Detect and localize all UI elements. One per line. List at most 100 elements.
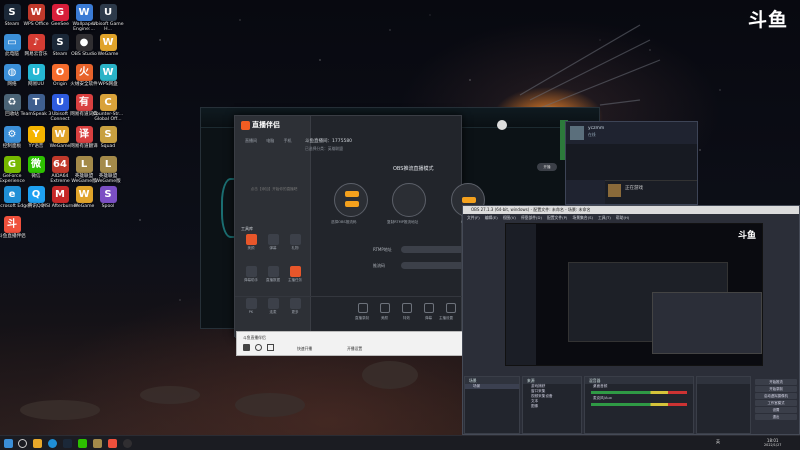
steam-icon[interactable] xyxy=(63,439,72,448)
tool-item[interactable]: 直播数据 xyxy=(263,265,283,289)
scene-item[interactable]: 场景 xyxy=(465,384,519,389)
desktop-icon[interactable]: 斗斗鱼直播伴侣 xyxy=(0,214,30,256)
obs-menu-item[interactable]: 文件(F) xyxy=(467,215,480,220)
source-item[interactable]: 图像 xyxy=(523,404,581,409)
mixer-panel: 混音器 桌面音频 麦克风/Aux xyxy=(584,376,694,434)
obs-control-button[interactable]: 开始录制 xyxy=(755,386,797,392)
edge-icon[interactable] xyxy=(48,439,57,448)
tab-pc[interactable]: 电脑 xyxy=(266,138,274,143)
douyu-companion-window[interactable]: 直播伴侣 直播间 电脑 手机 点击【添加】开始你的直播吧 工具库 美颜 弹幕 礼物弹… xyxy=(234,115,557,338)
clock[interactable]: 18:01 2022/1/27 xyxy=(764,438,781,448)
chat-log xyxy=(566,144,697,180)
now-playing-card: 正在游戏 xyxy=(605,180,697,204)
tool-icon xyxy=(289,266,301,277)
ubisoft-icon: U xyxy=(99,4,117,21)
mic-icon[interactable] xyxy=(243,344,250,351)
stream-key-label: 推流码 xyxy=(373,263,385,268)
scenes-title: 场景 xyxy=(465,377,519,384)
obs-menu-item[interactable]: 编辑(E) xyxy=(485,215,498,220)
tool-label: 主播任务 xyxy=(288,278,302,282)
effects-icon[interactable] xyxy=(402,303,412,313)
tool-item[interactable]: 弹幕助手 xyxy=(241,265,261,289)
obs-control-button[interactable]: 工作室模式 xyxy=(755,400,797,406)
obs-menu-item[interactable]: 工具(T) xyxy=(598,215,611,220)
obs-menu-item[interactable]: 帮助(H) xyxy=(616,215,629,220)
obs-menu-item[interactable]: 视图(V) xyxy=(503,215,516,220)
empty-scene-hint: 点击【添加】开始你的直播吧 xyxy=(250,187,298,191)
spool-icon: S xyxy=(99,186,117,203)
start-windows-icon[interactable] xyxy=(4,439,13,448)
start-live-button[interactable]: 开播 xyxy=(537,163,557,171)
quick-live-label[interactable]: 快速开播 xyxy=(297,346,312,352)
douyu-watermark: 斗鱼 xyxy=(748,9,789,31)
preview-nested-obs xyxy=(652,292,762,354)
sources-title: 来源 xyxy=(523,377,581,384)
beauty-label: 美颜 xyxy=(381,316,388,320)
rtmp-label: RTMP地址 xyxy=(373,247,392,252)
wechat-icon[interactable] xyxy=(78,439,87,448)
danmaku-label: 弹幕 xyxy=(425,316,432,320)
douyu-brand: 直播伴侣 xyxy=(241,120,280,130)
obs-preview[interactable]: 斗鱼 xyxy=(505,223,763,366)
search-icon[interactable] xyxy=(18,439,27,448)
obs-control-button[interactable]: 启动虚拟摄像机 xyxy=(755,393,797,399)
obs-window[interactable]: OBS 27.1.3 (64-bit, windows) - 配置文件: 未命名… xyxy=(462,205,800,438)
obs-icon[interactable] xyxy=(123,439,132,448)
file-explorer-icon[interactable] xyxy=(33,439,42,448)
mixer-desktop-label: 桌面音频 xyxy=(593,384,608,388)
avatar xyxy=(570,126,584,140)
taskbar: 英 18:01 2022/1/27 xyxy=(0,435,800,450)
friend-status: 在线 xyxy=(588,132,596,137)
obs-menu-item[interactable]: 停靠部件(D) xyxy=(521,215,542,220)
tool-item[interactable]: 主播任务 xyxy=(285,265,305,289)
obs-menu-item[interactable]: 配置文件(P) xyxy=(547,215,567,220)
room-category: 已选择分类：英雄联盟 xyxy=(305,146,343,151)
obs-control-button[interactable]: 设置 xyxy=(755,407,797,413)
stream-key-field[interactable] xyxy=(401,262,465,269)
sources-panel: 来源 游戏捕获 窗口采集 视频采集设备 文本 图像 xyxy=(522,376,582,434)
tool-label: 礼物 xyxy=(291,246,299,250)
danmaku-icon[interactable] xyxy=(424,303,434,313)
transitions-title xyxy=(697,377,750,384)
lol-icon[interactable] xyxy=(93,439,102,448)
desktop-volume-meter[interactable] xyxy=(591,391,687,394)
preview-desktop-icons xyxy=(506,224,536,365)
beauty-icon[interactable] xyxy=(380,303,390,313)
douyu-floating-bar[interactable]: 斗鱼直播伴侣 快速开播 开播设置 xyxy=(236,331,464,356)
tool-item[interactable]: 弹幕 xyxy=(263,233,283,257)
douyu-icon[interactable] xyxy=(108,439,117,448)
tool-icon xyxy=(245,266,257,277)
settings-icon[interactable] xyxy=(446,303,456,313)
wps-cloud-icon: W xyxy=(99,64,117,81)
tool-label: 弹幕 xyxy=(269,246,277,250)
obs-control-button[interactable]: 开始推流 xyxy=(755,379,797,385)
step-label-1: 选择OBS推流码 xyxy=(331,220,357,224)
tool-item[interactable]: 礼物 xyxy=(285,233,305,257)
tab-room[interactable]: 直播间 xyxy=(245,138,257,143)
tab-phone[interactable]: 手机 xyxy=(284,138,292,143)
step-badge xyxy=(345,201,359,207)
floating-bar-title: 斗鱼直播伴侣 xyxy=(243,335,266,340)
friend-name: yczmm xyxy=(588,126,605,131)
desktop-icon-label: Squad xyxy=(100,144,116,149)
tool-icon xyxy=(267,234,279,245)
preview-watermark: 斗鱼 xyxy=(738,231,757,241)
camera-icon[interactable] xyxy=(267,344,274,351)
obs-menu-item[interactable]: 场景集合(S) xyxy=(572,215,593,220)
obs-control-button[interactable]: 退出 xyxy=(755,414,797,420)
desktop-icon-label: WeGame xyxy=(97,52,119,57)
record-label: 直播录制 xyxy=(355,316,369,320)
input-language[interactable]: 英 xyxy=(716,439,720,445)
mic-volume-meter[interactable] xyxy=(591,403,687,406)
desktop-icon-label: WPS网盘 xyxy=(98,82,118,87)
step-badge xyxy=(462,197,476,203)
tool-icon xyxy=(267,266,279,277)
tool-item[interactable]: 美颜 xyxy=(241,233,261,257)
rtmp-field[interactable] xyxy=(401,246,465,253)
record-icon[interactable] xyxy=(358,303,368,313)
live-settings-label[interactable]: 开播设置 xyxy=(347,346,362,352)
user-avatar[interactable] xyxy=(497,120,507,130)
speaker-icon[interactable] xyxy=(255,344,262,351)
desktop-icon[interactable]: S Spool xyxy=(90,184,126,226)
scenes-panel: 场景 场景 xyxy=(464,376,520,434)
